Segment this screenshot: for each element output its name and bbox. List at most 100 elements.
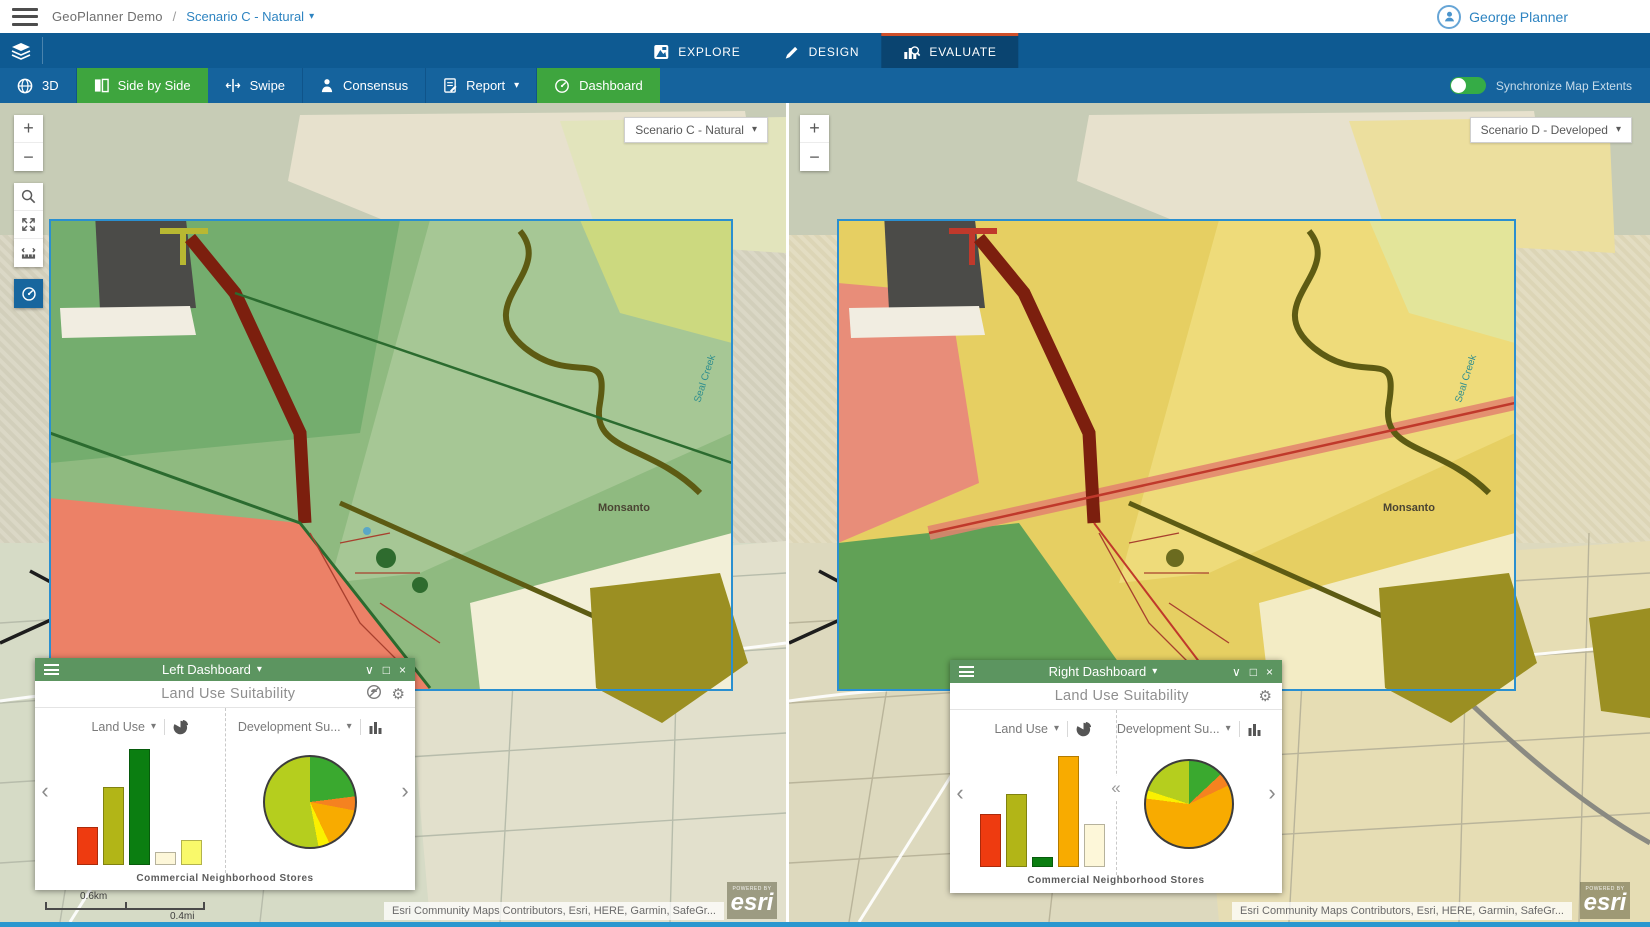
chevron-down-icon: ▾ (151, 722, 156, 732)
left-zoom-controls: + − (14, 115, 43, 171)
left-dashboard-title-dropdown[interactable]: Left Dashboard ▾ (59, 662, 365, 677)
dashboard-menu-icon[interactable] (959, 666, 974, 677)
development-suitability-widget: Development Su... ▾ (1116, 710, 1263, 875)
consensus-button[interactable]: Consensus (303, 68, 426, 103)
collapse-panel-icon[interactable]: ∨ (1232, 665, 1241, 679)
globe-icon (17, 78, 33, 94)
close-panel-icon[interactable]: × (1266, 665, 1273, 679)
search-button[interactable] (14, 183, 43, 211)
side-by-side-icon (94, 78, 109, 93)
land-use-selector[interactable]: Land Use ▾ (91, 720, 156, 734)
development-suitability-selector[interactable]: Development Su... ▾ (238, 720, 352, 734)
map-panel-right: Monsanto Seal Creek Scenario D - Develop… (789, 103, 1650, 922)
map-panel-left: Monsanto Seal Creek Scenario C - Natural… (0, 103, 786, 922)
dashboard-gauge-icon (554, 78, 570, 93)
tab-evaluate[interactable]: EVALUATE (881, 33, 1018, 68)
chevron-down-icon: ▾ (1152, 667, 1157, 677)
consensus-icon (320, 78, 334, 93)
report-icon (443, 78, 457, 93)
app-menu-icon[interactable] (12, 8, 38, 26)
right-dashboard-header: Right Dashboard ▾ ∨ □ × (950, 660, 1282, 683)
tab-explore[interactable]: EXPLORE (631, 33, 762, 68)
maximize-panel-icon[interactable]: □ (383, 663, 390, 677)
bar-chart-type-icon[interactable] (369, 721, 383, 734)
land-use-widget: Land Use ▾ (55, 708, 225, 873)
pie-chart (1144, 759, 1234, 849)
right-scenario-selector[interactable]: Scenario D - Developed ▾ (1470, 117, 1632, 143)
zoom-in-button[interactable]: + (14, 115, 43, 143)
pie-chart-type-icon[interactable] (1076, 722, 1091, 737)
chevron-down-icon: ▾ (1616, 125, 1621, 135)
carousel-next-button[interactable]: › (395, 708, 415, 873)
chevron-down-icon: ▾ (309, 12, 314, 22)
carousel-next-button[interactable]: › (1262, 710, 1282, 875)
expand-arrows-icon (21, 217, 36, 232)
report-button[interactable]: Report ▾ (426, 68, 537, 103)
search-icon (21, 189, 36, 204)
chevron-down-icon: ▾ (1226, 724, 1231, 734)
dashboard-menu-icon[interactable] (44, 664, 59, 675)
swipe-icon (225, 78, 241, 93)
chevron-down-icon: ▾ (1054, 724, 1059, 734)
nav-bar: EXPLORE DESIGN EVALUATE (0, 33, 1650, 68)
zoom-out-button[interactable]: − (800, 143, 829, 171)
maximize-panel-icon[interactable]: □ (1250, 665, 1257, 679)
development-suitability-widget: Development Su... ▾ (225, 708, 396, 873)
bar-chart (77, 739, 202, 865)
user-name: George Planner (1469, 9, 1568, 25)
left-dashboard-header: Left Dashboard ▾ ∨ □ × (35, 658, 415, 681)
bar-chart-type-icon[interactable] (1248, 723, 1262, 736)
esri-logo: POWERED BY esri (1580, 882, 1630, 919)
chevron-down-icon: ▾ (257, 665, 262, 675)
breadcrumb-scenario-dropdown[interactable]: Scenario C - Natural ▾ (186, 9, 314, 24)
dashboard-tool-button-active[interactable] (14, 279, 43, 308)
side-by-side-button[interactable]: Side by Side (77, 68, 208, 103)
dashboard-footer-label: Commercial Neighborhood Stores (35, 873, 415, 898)
collapse-panel-icon[interactable]: ∨ (365, 663, 374, 677)
layers-button[interactable] (0, 33, 42, 68)
chevron-down-icon: ▾ (514, 81, 519, 91)
explore-icon (653, 44, 669, 60)
swipe-button[interactable]: Swipe (208, 68, 303, 103)
development-suitability-selector[interactable]: Development Su... ▾ (1117, 722, 1231, 736)
carousel-prev-button[interactable]: ‹ (950, 710, 970, 875)
pencil-icon (785, 45, 800, 60)
main-tabs: EXPLORE DESIGN EVALUATE (631, 33, 1018, 68)
zoom-in-button[interactable]: + (800, 115, 829, 143)
divider (42, 37, 43, 64)
map-attribution: Esri Community Maps Contributors, Esri, … (1232, 902, 1572, 920)
left-map-tools (14, 183, 43, 267)
dashboard-gauge-icon (21, 286, 37, 301)
breadcrumb-separator: / (173, 9, 177, 24)
land-use-widget: Land Use ▾ (970, 710, 1116, 875)
measure-button[interactable] (14, 239, 43, 267)
pie-chart-type-icon[interactable] (173, 720, 188, 735)
full-extent-button[interactable] (14, 211, 43, 239)
right-dashboard-subheader: Land Use Suitability ⚙ (950, 683, 1282, 710)
zoom-out-button[interactable]: − (14, 143, 43, 171)
user-menu[interactable]: George Planner (1437, 5, 1638, 29)
right-dashboard-body: ‹ Land Use ▾ (950, 710, 1282, 875)
chevron-down-icon: ▾ (347, 722, 352, 732)
carousel-prev-button[interactable]: ‹ (35, 708, 55, 873)
visibility-toggle-icon[interactable] (366, 684, 382, 705)
left-dashboard-subheader: Land Use Suitability ⚙ (35, 681, 415, 708)
pie-chart (263, 755, 357, 849)
chevron-down-icon: ▾ (752, 125, 757, 135)
right-zoom-controls: + − (800, 115, 829, 171)
gear-icon[interactable]: ⚙ (1259, 689, 1272, 704)
left-scenario-selector[interactable]: Scenario C - Natural ▾ (624, 117, 768, 143)
dashboard-footer-label: Commercial Neighborhood Stores (950, 875, 1282, 900)
collapse-widget-button[interactable]: « (1110, 776, 1121, 800)
dashboard-button[interactable]: Dashboard (537, 68, 660, 103)
synchronize-map-extents-toggle[interactable] (1450, 77, 1486, 94)
tab-design[interactable]: DESIGN (763, 33, 882, 68)
breadcrumb-app-title[interactable]: GeoPlanner Demo (52, 9, 163, 24)
synchronize-map-extents-label: Synchronize Map Extents (1496, 79, 1632, 93)
close-panel-icon[interactable]: × (399, 663, 406, 677)
scale-mi-label: 0.4mi (170, 911, 215, 922)
3d-button[interactable]: 3D (0, 68, 77, 103)
right-dashboard-title-dropdown[interactable]: Right Dashboard ▾ (974, 664, 1232, 679)
land-use-selector[interactable]: Land Use ▾ (994, 722, 1059, 736)
gear-icon[interactable]: ⚙ (392, 687, 405, 702)
